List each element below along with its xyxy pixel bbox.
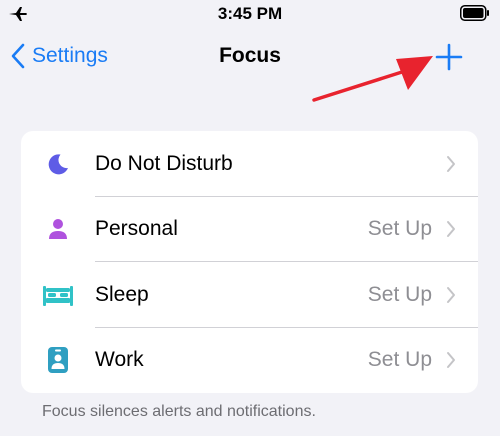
focus-row-label: Do Not Disturb xyxy=(95,151,233,175)
focus-row-status: Set Up xyxy=(367,282,432,306)
focus-row-status: Set Up xyxy=(367,348,432,372)
focus-row-status: Set Up xyxy=(367,217,432,241)
focus-row-label: Work xyxy=(95,348,144,372)
moon-icon xyxy=(43,149,73,179)
focus-row-label: Sleep xyxy=(95,282,149,306)
bed-icon xyxy=(43,280,73,310)
focus-modes-list: Do Not Disturb Personal Set Up Sleep Set… xyxy=(21,131,478,393)
chevron-right-icon xyxy=(447,352,455,369)
chevron-right-icon xyxy=(447,221,455,238)
add-focus-button[interactable] xyxy=(434,42,464,72)
focus-row-sleep[interactable]: Sleep Set Up xyxy=(21,262,478,328)
chevron-right-icon xyxy=(447,155,455,172)
chevron-right-icon xyxy=(447,286,455,303)
battery-icon xyxy=(460,5,489,21)
person-icon xyxy=(43,214,73,244)
focus-row-do-not-disturb[interactable]: Do Not Disturb xyxy=(21,131,478,197)
status-time: 3:45 PM xyxy=(217,4,283,23)
annotation-arrow-icon xyxy=(312,56,433,102)
focus-row-label: Personal xyxy=(95,217,178,241)
focus-row-personal[interactable]: Personal Set Up xyxy=(21,197,478,262)
focus-row-work[interactable]: Work Set Up xyxy=(21,328,478,394)
status-bar: 3:45 PM xyxy=(0,0,500,30)
id-badge-icon xyxy=(43,345,73,375)
focus-footer-note: Focus silences alerts and notifications. xyxy=(42,403,316,420)
